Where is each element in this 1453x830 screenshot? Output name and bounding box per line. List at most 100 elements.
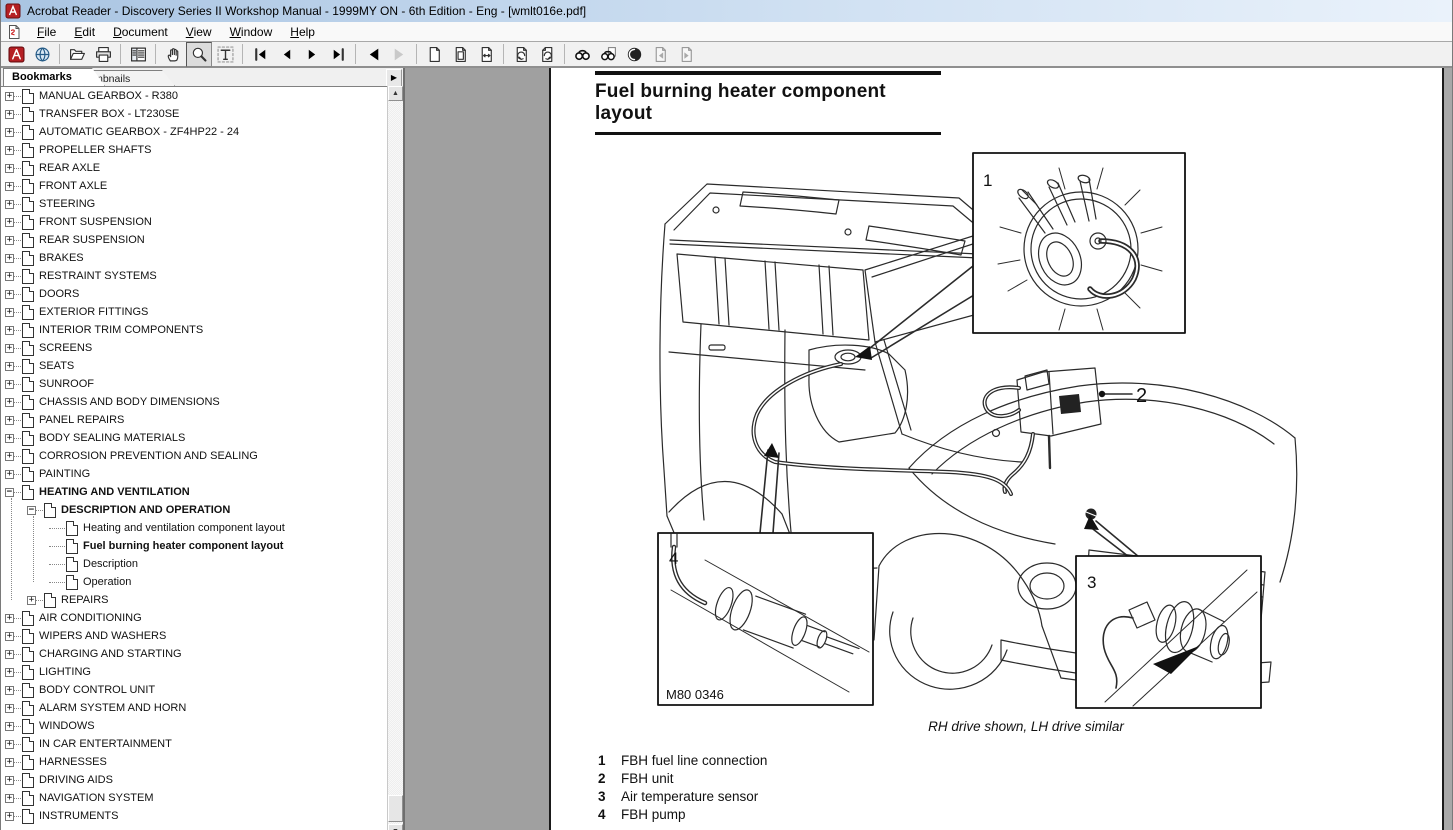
bookmark-item[interactable]: +NAVIGATION SYSTEM (1, 789, 389, 807)
expand-plus-icon[interactable]: + (5, 146, 14, 155)
bookmark-label[interactable]: BRAKES (39, 252, 84, 264)
expand-plus-icon[interactable]: + (5, 812, 14, 821)
bookmark-item[interactable]: + BRAKES (1, 249, 389, 267)
expand-plus-icon[interactable]: + (5, 434, 14, 443)
expand-plus-icon[interactable]: + (5, 290, 14, 299)
panel-menu-button[interactable]: ▶ (386, 69, 402, 87)
expand-plus-icon[interactable]: + (5, 650, 14, 659)
bookmark-item[interactable]: −HEATING AND VENTILATION (1, 483, 389, 501)
expand-plus-icon[interactable]: + (5, 380, 14, 389)
menu-file[interactable]: File (28, 24, 65, 40)
expand-plus-icon[interactable]: + (5, 254, 14, 263)
bookmark-label[interactable]: TRANSFER BOX - LT230SE (39, 108, 179, 120)
bookmark-item[interactable]: +PROPELLER SHAFTS (1, 141, 389, 159)
bookmark-label[interactable]: PANEL REPAIRS (39, 414, 124, 426)
bookmark-label[interactable]: DOORS (39, 288, 79, 300)
expand-plus-icon[interactable]: + (5, 686, 14, 695)
menu-view[interactable]: View (177, 24, 221, 40)
bookmark-item[interactable]: + BODY CONTROL UNIT (1, 681, 389, 699)
bookmark-item[interactable]: +CHASSIS AND BODY DIMENSIONS (1, 393, 389, 411)
expand-plus-icon[interactable]: + (5, 776, 14, 785)
expand-plus-icon[interactable]: + (5, 110, 14, 119)
bookmark-label[interactable]: EXTERIOR FITTINGS (39, 306, 148, 318)
bookmark-item[interactable]: +WINDOWS (1, 717, 389, 735)
bookmark-label[interactable]: FRONT SUSPENSION (39, 216, 152, 228)
adobe-online-icon[interactable] (29, 42, 55, 67)
bookmark-item[interactable]: +AIR CONDITIONING (1, 609, 389, 627)
expand-plus-icon[interactable]: + (5, 326, 14, 335)
bookmark-label[interactable]: WIPERS AND WASHERS (39, 630, 166, 642)
expand-plus-icon[interactable]: + (5, 632, 14, 641)
expand-plus-icon[interactable]: + (5, 218, 14, 227)
menu-window[interactable]: Window (221, 24, 282, 40)
expand-plus-icon[interactable]: + (5, 722, 14, 731)
find-icon[interactable] (569, 42, 595, 67)
bookmark-item[interactable]: + AUTOMATIC GEARBOX - ZF4HP22 - 24 (1, 123, 389, 141)
go-back-icon[interactable] (360, 42, 386, 67)
expand-plus-icon[interactable]: + (5, 164, 14, 173)
expand-plus-icon[interactable]: + (5, 272, 14, 281)
bookmark-item[interactable]: Fuel burning heater component layout (1, 537, 389, 555)
bookmark-label[interactable]: INTERIOR TRIM COMPONENTS (39, 324, 203, 336)
bookmark-item[interactable]: +PAINTING (1, 465, 389, 483)
bookmark-item[interactable]: + PANEL REPAIRS (1, 411, 389, 429)
menu-edit[interactable]: Edit (65, 24, 104, 40)
bookmark-item[interactable]: Description (1, 555, 389, 573)
bookmark-label[interactable]: Operation (83, 576, 131, 588)
bookmark-item[interactable]: +REPAIRS (1, 591, 389, 609)
bookmark-item[interactable]: +ALARM SYSTEM AND HORN (1, 699, 389, 717)
expand-plus-icon[interactable]: + (5, 668, 14, 677)
expand-plus-icon[interactable]: + (5, 470, 14, 479)
bookmark-item[interactable]: + SEATS (1, 357, 389, 375)
bookmark-label[interactable]: HARNESSES (39, 756, 107, 768)
bookmark-label[interactable]: NAVIGATION SYSTEM (39, 792, 154, 804)
expand-plus-icon[interactable]: + (5, 362, 14, 371)
expand-plus-icon[interactable]: + (5, 128, 14, 137)
menu-document[interactable]: Document (104, 24, 177, 40)
bookmark-item[interactable]: +SUNROOF (1, 375, 389, 393)
bookmark-label[interactable]: FRONT AXLE (39, 180, 107, 192)
show-navpane-icon[interactable] (125, 42, 151, 67)
rotate-right-icon[interactable] (534, 42, 560, 67)
document-scrollbar[interactable] (1444, 68, 1453, 830)
bookmark-item[interactable]: +REAR SUSPENSION (1, 231, 389, 249)
bookmark-label[interactable]: BODY CONTROL UNIT (39, 684, 155, 696)
bookmark-label[interactable]: ALARM SYSTEM AND HORN (39, 702, 186, 714)
prev-page-icon[interactable] (273, 42, 299, 67)
fit-width-icon[interactable] (473, 42, 499, 67)
bookmark-item[interactable]: +CORROSION PREVENTION AND SEALING (1, 447, 389, 465)
fit-page-icon[interactable] (447, 42, 473, 67)
bookmark-item[interactable]: + REAR AXLE (1, 159, 389, 177)
expand-plus-icon[interactable]: + (27, 596, 36, 605)
open-file-icon[interactable] (64, 42, 90, 67)
bookmark-item[interactable]: +IN CAR ENTERTAINMENT (1, 735, 389, 753)
rotate-left-icon[interactable] (508, 42, 534, 67)
expand-plus-icon[interactable]: + (5, 740, 14, 749)
bookmark-label[interactable]: DRIVING AIDS (39, 774, 113, 786)
bookmark-label[interactable]: CHASSIS AND BODY DIMENSIONS (39, 396, 220, 408)
text-select-tool-icon[interactable] (212, 42, 238, 67)
bookmark-label[interactable]: CHARGING AND STARTING (39, 648, 182, 660)
expand-plus-icon[interactable]: + (5, 182, 14, 191)
bookmark-label[interactable]: REAR AXLE (39, 162, 100, 174)
expand-plus-icon[interactable]: + (5, 92, 14, 101)
first-page-icon[interactable] (247, 42, 273, 67)
bookmark-item[interactable]: + EXTERIOR FITTINGS (1, 303, 389, 321)
bookmark-label[interactable]: AUTOMATIC GEARBOX - ZF4HP22 - 24 (39, 126, 239, 138)
bookmark-item[interactable]: +HARNESSES (1, 753, 389, 771)
bookmark-label[interactable]: CORROSION PREVENTION AND SEALING (39, 450, 258, 462)
bookmark-item[interactable]: Heating and ventilation component layout (1, 519, 389, 537)
bookmark-item[interactable]: +LIGHTING (1, 663, 389, 681)
expand-plus-icon[interactable]: + (5, 416, 14, 425)
bookmark-item[interactable]: +RESTRAINT SYSTEMS (1, 267, 389, 285)
bookmark-item[interactable]: + DRIVING AIDS (1, 771, 389, 789)
bookmark-label[interactable]: SEATS (39, 360, 74, 372)
bookmark-label[interactable]: DESCRIPTION AND OPERATION (61, 504, 230, 516)
expand-plus-icon[interactable]: + (5, 236, 14, 245)
bookmark-label[interactable]: INSTRUMENTS (39, 810, 118, 822)
print-icon[interactable] (90, 42, 116, 67)
bookmark-item[interactable]: +BODY SEALING MATERIALS (1, 429, 389, 447)
bookmark-item[interactable]: +SCREENS (1, 339, 389, 357)
bookmark-item[interactable]: +STEERING (1, 195, 389, 213)
expand-plus-icon[interactable]: + (5, 308, 14, 317)
